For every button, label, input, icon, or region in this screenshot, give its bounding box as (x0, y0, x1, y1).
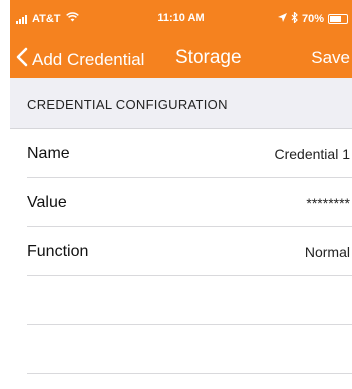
table-row-value[interactable]: Value ******** (10, 178, 352, 227)
bluetooth-icon (291, 11, 298, 26)
table-row-empty (10, 325, 352, 374)
status-bar: AT&T 11:10 AM 70% (10, 0, 352, 38)
chevron-left-icon (16, 47, 28, 72)
row-value: Credential 1 (274, 146, 351, 162)
section-header-label: CREDENTIAL CONFIGURATION (27, 97, 228, 112)
row-label: Value (27, 194, 67, 211)
navigation-bar: Add Credential Storage Save (10, 38, 352, 78)
table-row-function[interactable]: Function Normal (10, 227, 352, 276)
battery-percent: 70% (301, 13, 324, 25)
battery-fill (330, 16, 341, 22)
page-title: Storage (175, 47, 242, 68)
row-value: ******** (306, 195, 350, 211)
battery-icon (328, 14, 348, 24)
row-separator (27, 373, 352, 374)
credential-table: Name Credential 1 Value ******** Functio… (10, 129, 352, 374)
row-label: Function (27, 243, 89, 260)
location-arrow-icon (277, 13, 287, 25)
status-right: 70% (277, 11, 348, 26)
row-label: Name (27, 145, 70, 162)
section-header: CREDENTIAL CONFIGURATION (10, 78, 352, 129)
table-row-empty (10, 276, 352, 325)
save-button[interactable]: Save (311, 48, 350, 68)
row-value: Normal (304, 244, 350, 260)
back-button[interactable]: Add Credential (16, 47, 144, 72)
table-row-name[interactable]: Name Credential 1 (10, 129, 352, 178)
back-button-label: Add Credential (32, 49, 145, 69)
app-screen: AT&T 11:10 AM 70% Add Credential Storage… (10, 0, 352, 389)
